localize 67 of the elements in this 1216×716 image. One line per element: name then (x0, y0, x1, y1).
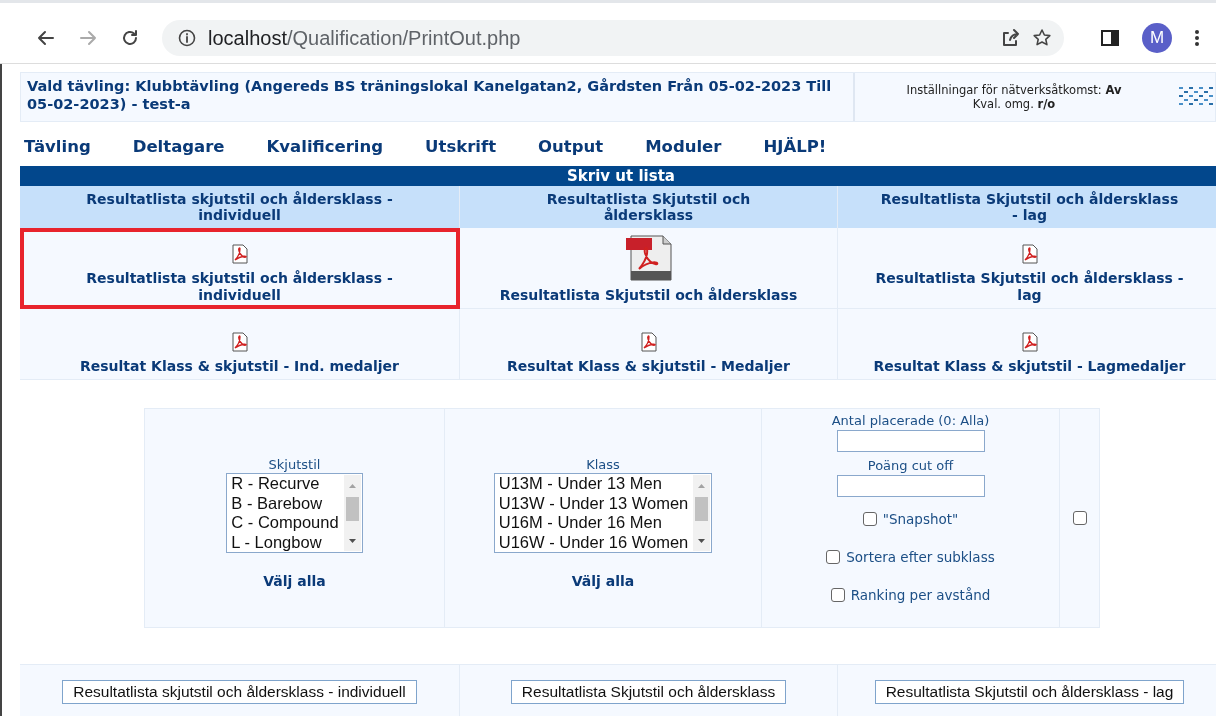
column-header: Resultatlista skjutstil och åldersklass - individuell (20, 186, 460, 228)
reload-icon[interactable] (120, 28, 140, 48)
list-label: Skjutstil (268, 457, 321, 472)
list-option[interactable]: U13W - Under 13 Women (498, 493, 689, 513)
forward-icon (78, 28, 98, 48)
column-header: Resultatlista Skjutstil och åldersklass (460, 186, 838, 228)
network-settings-text: Inställningar för nätverksåtkomst: Av (906, 83, 1122, 97)
list-option[interactable]: R - Recurve (231, 474, 339, 494)
menu-item[interactable]: HJÄLP! (763, 136, 827, 156)
menu-item[interactable]: Deltagare (132, 136, 225, 156)
menu-item[interactable]: Moduler (645, 136, 722, 156)
print-button[interactable]: Resultatlista skjutstil och åldersklass - individuell (62, 680, 417, 704)
list-option[interactable]: C - Compound (231, 513, 339, 533)
menu-item[interactable]: Tävling (24, 136, 91, 156)
scrollbar-icon[interactable] (693, 475, 711, 551)
scrollbar-icon[interactable] (343, 475, 361, 551)
url-text: localhost/Qualification/PrintOut.php (208, 26, 521, 50)
field-label: Antal placerade (0: Alla) (831, 413, 990, 428)
column-header: Resultatlista Skjutstil och åldersklass - lag (838, 186, 1216, 228)
pdf-icon[interactable] (231, 332, 248, 352)
select-all-link[interactable]: Välj alla (263, 573, 326, 589)
pdf-icon[interactable] (1021, 244, 1038, 264)
field-label: Poäng cut off (867, 458, 954, 473)
report-link[interactable]: Resultatlista Skjutstil och åldersklass - lag (848, 270, 1211, 304)
star-icon[interactable] (1032, 28, 1052, 48)
list-option[interactable]: U13M - Under 13 Men (498, 474, 689, 494)
checkbox[interactable] (826, 550, 841, 564)
input-field[interactable] (836, 475, 985, 497)
report-link[interactable]: Resultatlista Skjutstil och åldersklass (479, 287, 818, 304)
checkbox[interactable] (1072, 511, 1087, 525)
report-link[interactable]: Resultat Klass & skjutstil - Ind. medaljer (80, 358, 399, 375)
list-option[interactable]: U16M - Under 16 Men (498, 513, 689, 533)
list-label: Klass (586, 457, 620, 472)
print-button[interactable]: Resultatlista Skjutstil och åldersklass - lag (874, 680, 1185, 704)
section-title-bar: Skriv ut lista (20, 166, 1216, 186)
checkbox[interactable] (830, 588, 845, 602)
checkbox-label: Sortera efter subklass (846, 549, 995, 565)
pdf-icon[interactable] (231, 244, 248, 264)
competition-title: Vald tävling: Klubbtävling (Angereds BS träningslokal Kanelgatan2, Gårdsten Från 05-02-2023 Till 05-02-2023) - test-a (21, 73, 854, 121)
report-link[interactable]: Resultat Klass & skjutstil - Lagmedaljer (873, 358, 1186, 375)
qualification-round-text: Kval. omg. r/o (972, 97, 1056, 111)
menu-item[interactable]: Output (538, 136, 604, 156)
menu-item[interactable]: Kvalificering (266, 136, 384, 156)
checkbox[interactable] (862, 512, 877, 526)
back-icon[interactable] (36, 28, 56, 48)
pdf-icon[interactable] (640, 332, 657, 352)
list-option[interactable]: L - Longbow (231, 532, 339, 552)
address-bar[interactable]: localhost/Qualification/PrintOut.php (162, 20, 1064, 56)
input-field[interactable] (836, 430, 985, 452)
report-link[interactable]: Resultat Klass & skjutstil - Medaljer (507, 358, 790, 375)
info-icon[interactable] (178, 29, 196, 47)
menu-icon[interactable] (1194, 28, 1200, 48)
list-box[interactable]: U13M - Under 13 Men U13W - Under 13 Women U16M - Under 16 Men U16W - Under 16 Women (493, 473, 713, 553)
pdf-icon[interactable] (1021, 332, 1038, 352)
profile-avatar[interactable]: M (1142, 23, 1172, 53)
menu-item[interactable]: Utskrift (425, 136, 497, 156)
report-link[interactable]: Resultatlista skjutstil och åldersklass - individuell (30, 270, 449, 304)
share-icon[interactable] (1000, 28, 1020, 48)
checkbox-label: Ranking per avstånd (850, 587, 991, 603)
select-all-link[interactable]: Välj alla (571, 573, 635, 589)
checkbox-label: "Snapshot" (882, 511, 959, 527)
print-button[interactable]: Resultatlista Skjutstil och åldersklass (510, 680, 787, 704)
list-box[interactable]: R - Recurve B - Barebow C - Compound L - Longbow (226, 473, 363, 553)
list-option[interactable]: B - Barebow (231, 493, 339, 513)
sidebar-icon[interactable] (1100, 28, 1120, 48)
pdf-file-icon[interactable] (624, 235, 673, 281)
list-option[interactable]: U16W - Under 16 Women (498, 532, 689, 552)
